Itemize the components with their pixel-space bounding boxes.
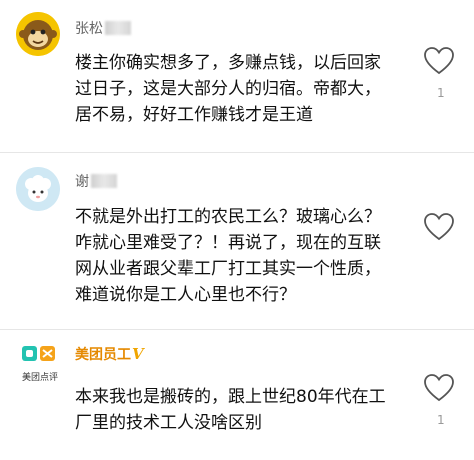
monkey-face-icon [16,12,60,56]
username-text: 张松 [75,21,103,37]
like-count: 1 [437,413,445,427]
like-count: 1 [437,86,445,100]
comment-text: 本来我也是搬砖的，跟上世纪80年代在工 厂里的技术工人没啥区别 [75,387,386,433]
blurred-name [91,174,117,188]
heart-icon [424,47,454,75]
username[interactable]: 谢 [75,171,117,191]
blurred-name [105,21,131,35]
username-text: 谢 [75,174,89,190]
username[interactable]: 美团员工V [75,344,144,364]
username-text: 美团员工 [75,347,131,363]
comment-text: 不就是外出打工的农民工么？玻璃心么？ 咋就心里难受了？！再说了，现在的互联 网从… [75,207,381,305]
like-button[interactable] [424,213,454,241]
like-button[interactable] [424,47,454,75]
avatar[interactable] [16,12,60,56]
sheep-icon [16,167,60,211]
like-button[interactable] [424,374,454,402]
verified-badge: V [132,345,144,363]
comment-item: 美团点评 美团员工V 本来我也是搬砖的，跟上世纪80年代在工 厂里的技术工人没啥… [0,330,474,460]
comment-item: 谢 不就是外出打工的农民工么？玻璃心么？ 咋就心里难受了？！再说了，现在的互联 … [0,153,474,323]
brand-label: 美团点评 [21,373,58,383]
heart-icon [424,374,454,402]
comment-text: 楼主你确实想多了，多赚点钱，以后回家 过日子，这是大部分人的归宿。帝都大， 居不… [75,53,381,125]
heart-icon [424,213,454,241]
username[interactable]: 张松 [75,18,131,38]
avatar[interactable] [16,167,60,211]
meituan-logo-icon [22,346,55,361]
comment-item: 张松 楼主你确实想多了，多赚点钱，以后回家 过日子，这是大部分人的归宿。帝都大，… [0,0,474,150]
